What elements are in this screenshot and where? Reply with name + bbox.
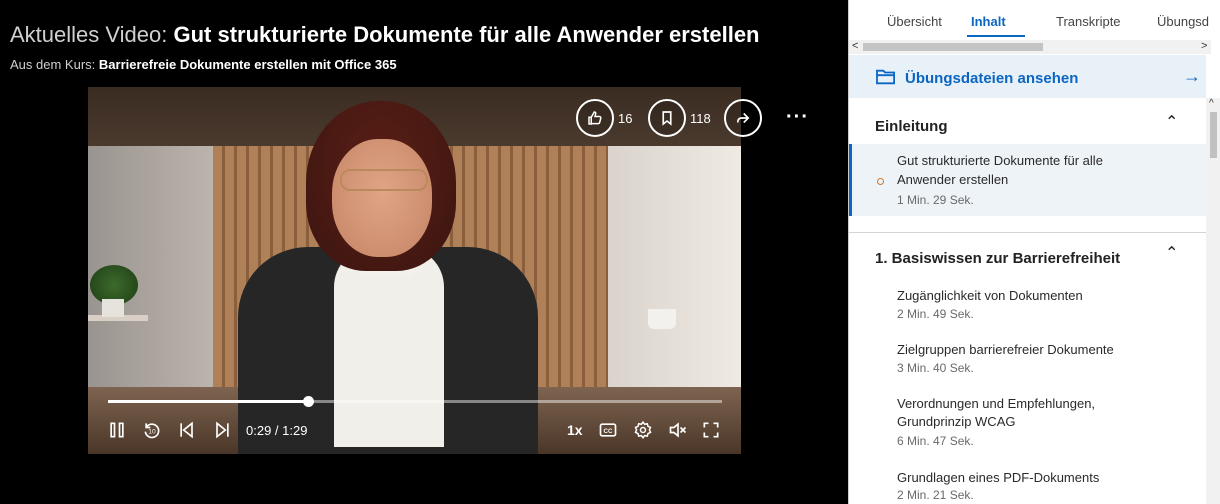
like-count: 16 (618, 110, 633, 126)
course-name[interactable]: Barrierefreie Dokumente erstellen mit Of… (99, 57, 397, 72)
toc-item[interactable]: Zielgruppen barrierefreier Dokumente 3 M… (849, 338, 1206, 382)
section-title: Einleitung (875, 118, 948, 135)
toc-item[interactable]: Grundlagen eines PDF-Dokuments 2 Min. 21… (849, 466, 1206, 504)
tab-transcripts[interactable]: Transkripte (1056, 14, 1121, 29)
rewind-10-icon: 10 (144, 423, 160, 439)
toc-item-title-line1: Gut strukturierte Dokumente für alle (897, 153, 1103, 168)
scroll-up-icon[interactable]: ^ (1209, 98, 1214, 109)
more-options-button[interactable]: ··· (786, 106, 809, 129)
toc-item-current[interactable]: Gut strukturierte Dokumente für alle Anw… (849, 144, 1206, 216)
next-button[interactable] (211, 418, 233, 442)
contents-vertical-scrollbar[interactable]: ^ (1206, 98, 1220, 504)
toc-item-duration: 2 Min. 49 Sek. (897, 307, 974, 321)
settings-button[interactable] (632, 418, 654, 442)
save-count: 118 (690, 110, 711, 126)
current-item-dot (877, 178, 884, 185)
chevron-up-icon[interactable]: ⌃ (1165, 243, 1178, 263)
fullscreen-icon (703, 422, 719, 438)
presenter-face (332, 139, 432, 257)
toc-item[interactable]: Verordnungen und Empfehlungen, Grundprin… (849, 392, 1206, 456)
arrow-right-icon: → (1183, 66, 1201, 86)
captions-icon: CC (599, 423, 617, 437)
tab-contents[interactable]: Inhalt (971, 14, 1006, 29)
sidebar-tabs: Übersicht Inhalt Transkripte Übungsd (849, 0, 1220, 38)
folder-icon (876, 69, 895, 85)
captions-button[interactable]: CC (597, 418, 619, 442)
video-frame[interactable] (88, 87, 741, 454)
time-display: 0:29 / 1:29 (246, 423, 308, 438)
video-scene-pot (102, 299, 124, 317)
like-icon (576, 99, 614, 137)
course-sidebar: Übersicht Inhalt Transkripte Übungsd < >… (848, 0, 1220, 504)
vertical-scrollbar-thumb[interactable] (1210, 112, 1217, 158)
scroll-right-icon[interactable]: > (1201, 40, 1207, 52)
fullscreen-button[interactable] (700, 418, 722, 442)
toc-item-duration: 6 Min. 47 Sek. (897, 434, 974, 448)
rewind-10-button[interactable]: 10 (141, 418, 163, 442)
like-button[interactable]: 16 (576, 99, 632, 137)
video-scene-cup (648, 309, 676, 329)
pause-icon (110, 422, 124, 438)
previous-button[interactable] (176, 418, 198, 442)
toc-item-title: Zugänglichkeit von Dokumenten (897, 288, 1083, 303)
toc-item-title: Grundlagen eines PDF-Dokuments (897, 470, 1100, 485)
bookmark-icon (648, 99, 686, 137)
share-icon (724, 99, 762, 137)
share-button[interactable] (724, 99, 762, 137)
exercise-files-link[interactable]: Übungsdateien ansehen → (849, 55, 1206, 98)
toc-item-title: Zielgruppen barrierefreier Dokumente (897, 342, 1114, 357)
toc-item-duration: 1 Min. 29 Sek. (897, 193, 974, 207)
video-player-area: Aktuelles Video: Gut strukturierte Dokum… (0, 0, 848, 504)
settings-icon (634, 420, 652, 439)
previous-icon (180, 421, 193, 439)
presenter-shirt (334, 247, 444, 447)
active-tab-indicator (967, 35, 1025, 37)
mute-button[interactable] (666, 418, 690, 442)
progress-bar[interactable] (108, 396, 722, 407)
section-header-basics[interactable]: 1. Basiswissen zur Barrierefreiheit ⌃ (849, 233, 1206, 285)
course-subtitle: Aus dem Kurs: Barrierefreie Dokumente er… (10, 57, 397, 72)
video-scene-wall-right (608, 146, 741, 406)
next-icon (216, 421, 229, 439)
toc-item-duration: 2 Min. 21 Sek. (897, 488, 974, 502)
toc-item[interactable]: Zugänglichkeit von Dokumenten 2 Min. 49 … (849, 284, 1206, 328)
svg-text:10: 10 (148, 428, 156, 435)
course-prefix: Aus dem Kurs: (10, 57, 96, 72)
tab-overview[interactable]: Übersicht (887, 14, 942, 29)
scrollbar-thumb[interactable] (863, 43, 1043, 51)
toc-item-title-line2: Anwender erstellen (897, 172, 1009, 187)
presenter-glasses (340, 169, 428, 191)
tabs-horizontal-scrollbar[interactable]: < > (849, 40, 1211, 54)
toc-item-duration: 3 Min. 40 Sek. (897, 361, 974, 375)
tab-exercise-files[interactable]: Übungsd (1157, 14, 1209, 29)
exercise-files-label: Übungsdateien ansehen (905, 70, 1079, 87)
current-video-title: Aktuelles Video: Gut strukturierte Dokum… (10, 22, 760, 48)
toc-item-title-line1: Verordnungen und Empfehlungen, (897, 396, 1096, 411)
chevron-up-icon[interactable]: ⌃ (1165, 112, 1178, 132)
playback-speed-button[interactable]: 1x (567, 422, 583, 438)
svg-text:CC: CC (603, 428, 613, 435)
save-button[interactable]: 118 (648, 99, 711, 137)
current-video-name: Gut strukturierte Dokumente für alle Anw… (173, 22, 760, 47)
section-title: 1. Basiswissen zur Barrierefreiheit (875, 250, 1121, 267)
toc-item-title-line2: Grundprinzip WCAG (897, 414, 1016, 429)
scroll-left-icon[interactable]: < (852, 40, 858, 52)
current-video-prefix: Aktuelles Video: (10, 22, 168, 47)
pause-button[interactable] (106, 418, 128, 442)
mute-icon (669, 422, 687, 438)
progress-fill (108, 400, 309, 403)
app-root: Aktuelles Video: Gut strukturierte Dokum… (0, 0, 1220, 504)
